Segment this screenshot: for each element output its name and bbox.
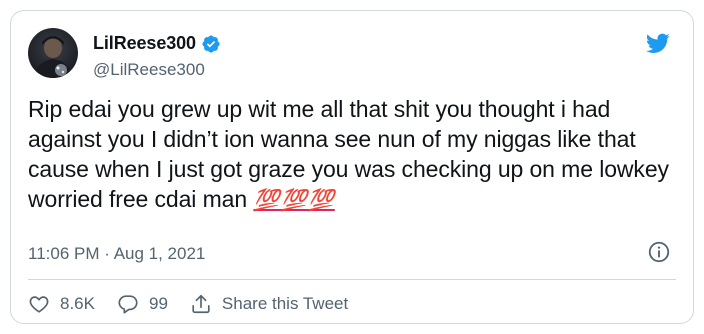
reply-button[interactable]: 99 bbox=[117, 293, 168, 315]
like-count: 8.6K bbox=[60, 294, 95, 313]
avatar[interactable] bbox=[28, 28, 78, 78]
tweet-text: Rip edai you grew up wit me all that shi… bbox=[28, 94, 676, 216]
tweet-body: Rip edai you grew up wit me all that shi… bbox=[28, 96, 669, 212]
twitter-bird-icon[interactable] bbox=[645, 31, 671, 55]
info-icon[interactable] bbox=[647, 240, 671, 264]
tweet-actions: 8.6K 99 Share this Tweet bbox=[28, 289, 370, 319]
share-label: Share this Tweet bbox=[221, 294, 349, 313]
like-button[interactable]: 8.6K bbox=[28, 293, 95, 315]
avatar-photo bbox=[34, 36, 72, 78]
reply-bubble-icon bbox=[118, 295, 138, 314]
divider bbox=[28, 279, 676, 280]
heart-icon bbox=[29, 296, 49, 313]
tweet-time[interactable]: 11:06 PM bbox=[28, 244, 100, 263]
author-display-name[interactable]: LilReese300 bbox=[93, 33, 196, 54]
reply-count: 99 bbox=[148, 294, 168, 313]
timestamp-separator: · bbox=[99, 244, 114, 263]
hundred-points-emoji: 💯💯💯 bbox=[253, 189, 335, 212]
author-handle[interactable]: @LilReese300 bbox=[93, 60, 205, 80]
tweet-timestamp[interactable]: 11:06 PM · Aug 1, 2021 bbox=[28, 244, 205, 264]
share-icon bbox=[192, 294, 210, 314]
author-name-row[interactable]: LilReese300 bbox=[93, 33, 221, 54]
share-button[interactable]: Share this Tweet bbox=[190, 293, 348, 315]
verified-badge-icon bbox=[202, 34, 220, 53]
tweet-card[interactable]: LilReese300 @LilReese300 Rip edai you gr… bbox=[10, 10, 694, 324]
tweet-date[interactable]: Aug 1, 2021 bbox=[114, 244, 206, 263]
